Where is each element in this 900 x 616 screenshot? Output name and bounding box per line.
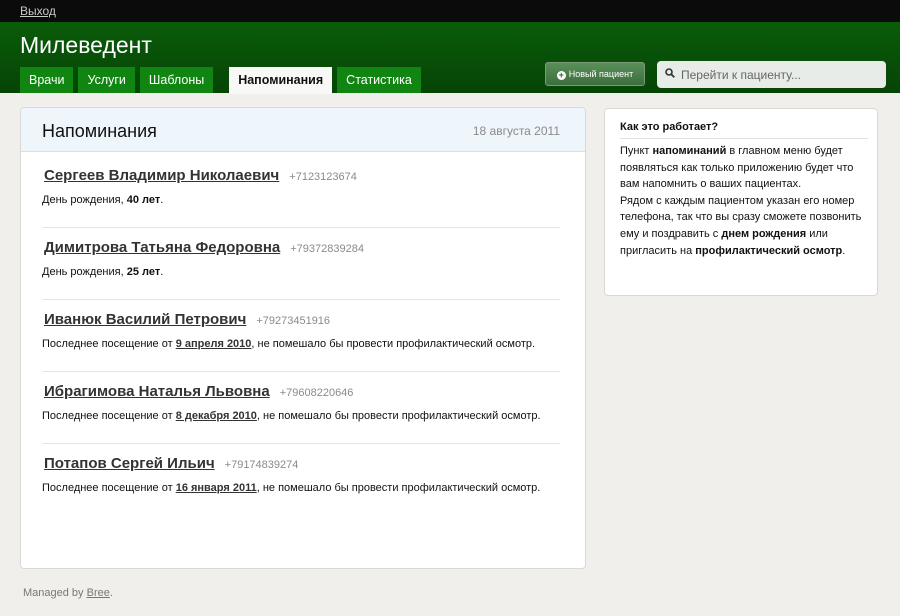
reminder-item: Сергеев Владимир Николаевич +7123123674 Д…: [42, 156, 560, 228]
help-title: Как это работает?: [620, 121, 719, 133]
tab-reminders[interactable]: Напоминания: [229, 67, 333, 94]
patient-phone: +79372839284: [290, 243, 364, 255]
current-date: 18 августа 2011: [472, 124, 560, 138]
patient-name-link[interactable]: Сергеев Владимир Николаевич: [44, 167, 279, 184]
new-patient-label: Новый пациент: [568, 69, 634, 79]
tab-doctors[interactable]: Врачи: [20, 67, 74, 93]
search-input[interactable]: [681, 65, 879, 84]
app-title: Милеведент: [20, 32, 152, 58]
logout-link[interactable]: Выход: [20, 4, 56, 18]
search-icon: [665, 68, 675, 78]
tab-services[interactable]: Услуги: [78, 67, 135, 93]
patient-name-link[interactable]: Иванюк Василий Петрович: [44, 311, 246, 328]
reminder-text: День рождения, 40 лет.: [42, 194, 164, 206]
footer: Managed by Bree.: [23, 587, 113, 599]
patient-phone: +79608220646: [279, 387, 354, 399]
help-box: Как это работает? Пункт напоминаний в гл…: [604, 108, 878, 296]
patient-name-link[interactable]: Потапов Сергей Ильич: [44, 455, 215, 472]
tab-statistics[interactable]: Статистика: [337, 67, 421, 93]
patient-name-link[interactable]: Димитрова Татьяна Федоровна: [44, 239, 280, 256]
bree-link[interactable]: Bree: [87, 587, 110, 599]
patient-name-link[interactable]: Ибрагимова Наталья Львовна: [44, 383, 270, 400]
reminder-highlight: 40 лет: [126, 194, 161, 206]
reminder-highlight: 25 лет: [126, 266, 161, 278]
reminder-item: Димитрова Татьяна Федоровна +79372839284 …: [42, 228, 560, 300]
patient-phone: +79174839274: [224, 459, 299, 471]
reminders-panel: Напоминания 18 августа 2011 Сергеев Влад…: [20, 107, 586, 569]
main-tabs: Врачи Услуги Шаблоны Напоминания Статист…: [20, 67, 426, 94]
reminder-item: Ибрагимова Наталья Львовна +79608220646 П…: [42, 372, 560, 444]
patient-phone: +79273451916: [256, 315, 331, 327]
patient-phone: +7123123674: [289, 171, 357, 183]
header: Милеведент Врачи Услуги Шаблоны Напомина…: [0, 22, 900, 94]
reminder-text: Последнее посещение от 16 января 2011, н…: [42, 482, 541, 494]
reminder-text: День рождения, 25 лет.: [42, 266, 164, 278]
help-text: Пункт напоминаний в главном меню будет п…: [620, 145, 862, 257]
new-patient-button[interactable]: + Новый пациент: [545, 62, 645, 86]
tab-templates[interactable]: Шаблоны: [139, 67, 214, 93]
last-visit-link[interactable]: 16 января 2011: [176, 482, 257, 494]
panel-header: Напоминания 18 августа 2011: [21, 108, 585, 152]
last-visit-link[interactable]: 9 апреля 2010: [176, 338, 252, 350]
patient-search[interactable]: [657, 61, 886, 88]
top-bar: Выход: [0, 0, 900, 22]
reminder-item: Потапов Сергей Ильич +79174839274 Последн…: [42, 444, 560, 516]
reminder-text: Последнее посещение от 8 декабря 2010, н…: [42, 410, 541, 422]
last-visit-link[interactable]: 8 декабря 2010: [176, 410, 257, 422]
plus-icon: +: [556, 70, 566, 80]
reminder-item: Иванюк Василий Петрович +79273451916 Посл…: [42, 300, 560, 372]
page-title: Напоминания: [42, 121, 157, 141]
reminder-text: Последнее посещение от 9 апреля 2010, не…: [42, 338, 536, 350]
divider: [620, 138, 868, 139]
